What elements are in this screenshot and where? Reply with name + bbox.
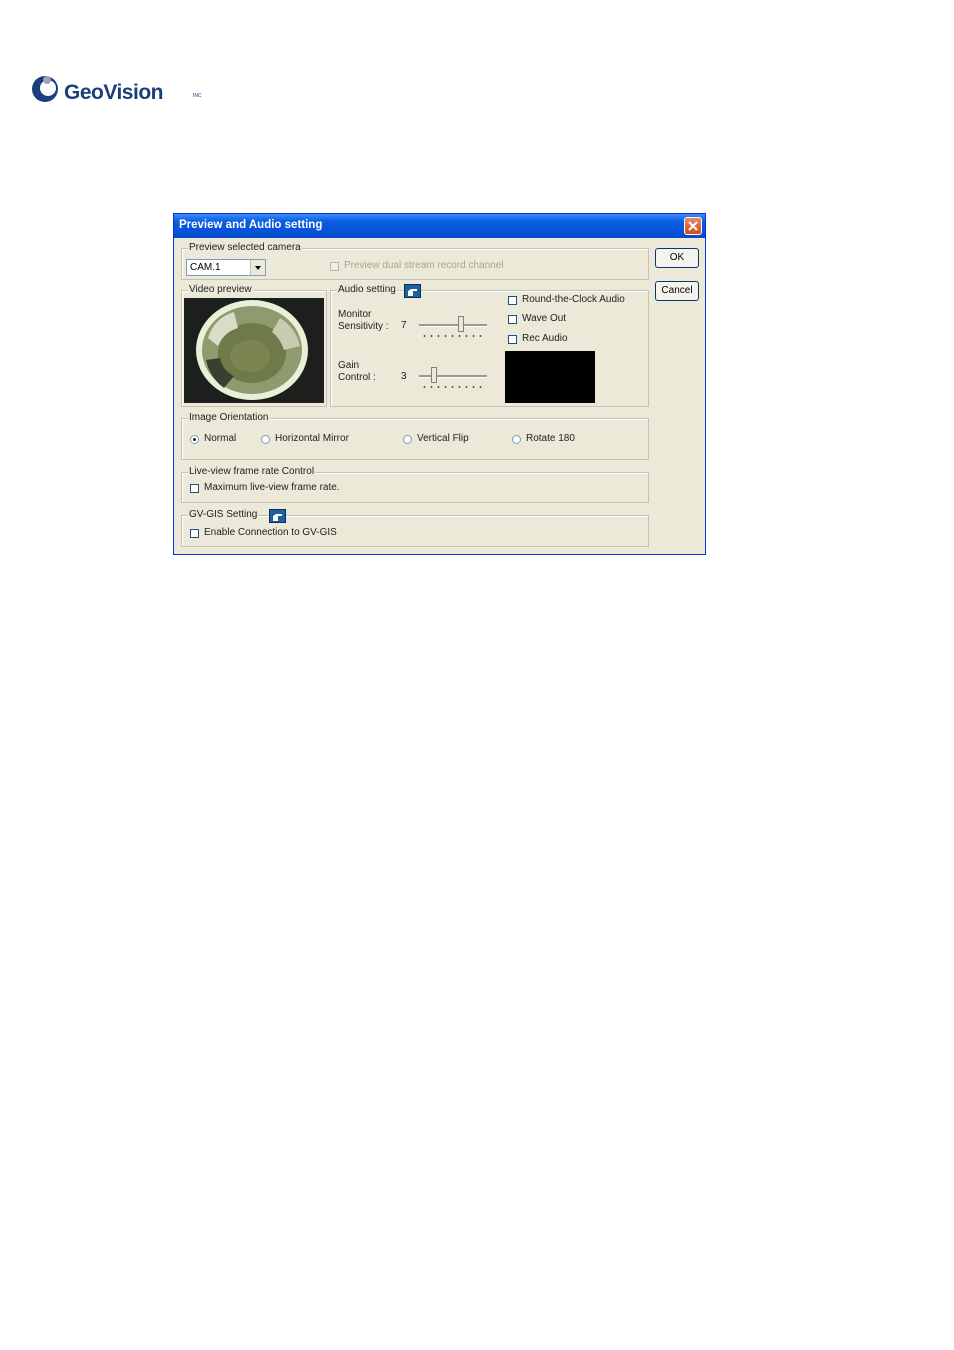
radio-normal-label: Normal: [204, 433, 237, 444]
round-clock-audio-label: Round-the-Clock Audio: [522, 294, 625, 305]
radio-horizontal-mirror-label: Horizontal Mirror: [275, 433, 349, 444]
radio-rotate-180-label: Rotate 180: [526, 433, 575, 444]
gain-slider-track[interactable]: [419, 375, 487, 378]
wave-out-label: Wave Out: [522, 313, 567, 324]
sensitivity-label: Sensitivity :: [338, 321, 389, 332]
image-orientation-group: Image Orientation: [181, 412, 649, 460]
dual-stream-label: Preview dual stream record channel: [344, 260, 504, 271]
group-title-audio: Audio setting: [337, 284, 397, 295]
round-clock-audio-checkbox[interactable]: [508, 296, 517, 305]
monitor-value: 7: [401, 320, 407, 331]
close-icon: [688, 221, 698, 231]
title-bar[interactable]: Preview and Audio setting: [174, 214, 705, 238]
chevron-down-icon[interactable]: [250, 260, 265, 275]
control-label: Control :: [338, 372, 376, 383]
audio-config-hand-icon[interactable]: [404, 284, 421, 298]
ok-button[interactable]: OK: [655, 248, 699, 268]
gain-slider-thumb[interactable]: [431, 367, 437, 383]
radio-vertical-flip[interactable]: [403, 435, 412, 444]
gain-label: Gain: [338, 360, 360, 371]
group-title-gis: GV-GIS Setting: [188, 509, 259, 520]
camera-select[interactable]: CAM.1: [186, 259, 266, 276]
group-title-frame-rate: Live-view frame rate Control: [188, 466, 316, 477]
wave-out-checkbox[interactable]: [508, 315, 517, 324]
group-title-preview-camera: Preview selected camera: [188, 242, 302, 253]
gain-slider-ticks: [421, 386, 485, 388]
radio-vertical-flip-label: Vertical Flip: [417, 433, 469, 444]
logo-text: GeoVision: [64, 81, 163, 104]
enable-gis-label: Enable Connection to GV-GIS: [204, 527, 337, 538]
max-frame-rate-label: Maximum live-view frame rate.: [204, 482, 340, 493]
cancel-button[interactable]: Cancel: [655, 281, 699, 301]
gain-value: 3: [401, 371, 407, 382]
camera-preview-image: [184, 298, 324, 403]
monitor-slider-thumb[interactable]: [458, 316, 464, 332]
dual-stream-checkbox[interactable]: [330, 262, 339, 271]
audio-level-display: [505, 351, 595, 403]
close-button[interactable]: [684, 217, 702, 235]
radio-normal[interactable]: [190, 435, 199, 444]
rec-audio-label: Rec Audio: [522, 333, 568, 344]
max-frame-rate-checkbox[interactable]: [190, 484, 199, 493]
camera-select-value: CAM.1: [190, 262, 221, 273]
logo-tm: INC: [193, 93, 202, 99]
group-title-orientation: Image Orientation: [188, 412, 270, 423]
geovision-swirl-icon: [32, 76, 58, 102]
enable-gis-checkbox[interactable]: [190, 529, 199, 538]
monitor-slider-ticks: [421, 335, 485, 337]
gis-config-hand-icon[interactable]: [269, 509, 286, 523]
audio-setting-group: Audio setting: [330, 284, 649, 407]
monitor-slider-track[interactable]: [419, 324, 487, 327]
rec-audio-checkbox[interactable]: [508, 335, 517, 344]
dialog-title: Preview and Audio setting: [179, 219, 323, 231]
radio-rotate-180[interactable]: [512, 435, 521, 444]
radio-horizontal-mirror[interactable]: [261, 435, 270, 444]
monitor-label: Monitor: [338, 309, 372, 320]
preview-audio-dialog: Preview and Audio setting OK Cancel Prev…: [173, 213, 706, 555]
group-title-video-preview: Video preview: [188, 284, 253, 295]
